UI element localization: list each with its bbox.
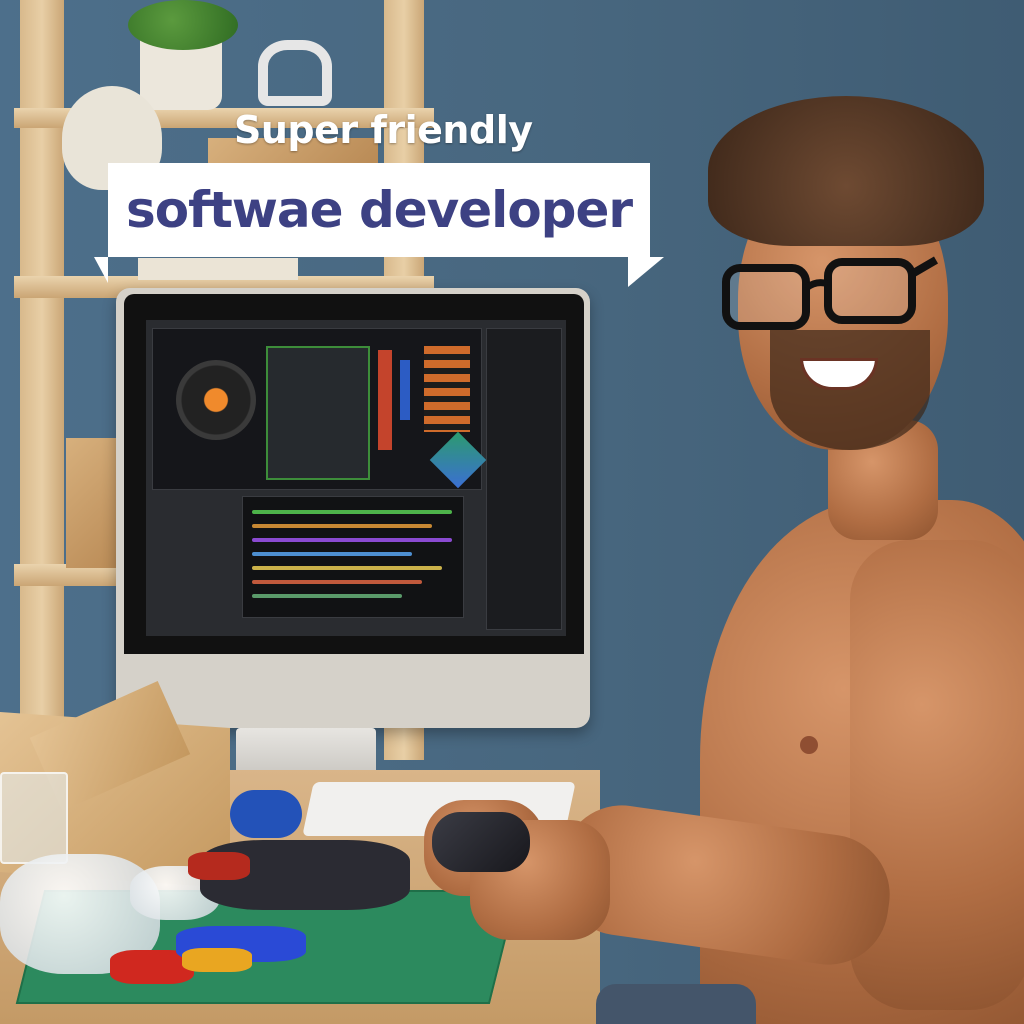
person-chest-detail [800,736,818,754]
screen-components [424,346,470,432]
screen-slot-red [378,350,392,450]
plant-leaves [128,0,238,50]
banner: softwae developer [108,163,650,257]
screen-sidebar [486,328,562,630]
code-line [252,524,432,528]
code-line [252,566,442,570]
banner-fold-right [628,257,664,287]
parts-red-small [188,852,250,880]
eyeglasses-icon [722,256,939,330]
code-line [252,510,452,514]
screen-slot-blue [400,360,410,420]
photo-scene: Super friendly softwae developer [0,0,1024,1024]
banner-fold-left [94,257,108,283]
code-line [252,594,402,598]
game-controller-icon [432,812,530,872]
jeans [596,984,756,1024]
blue-object [230,790,302,838]
monitor [116,288,590,728]
shelf-ornament [258,40,332,106]
code-line [252,538,452,542]
parts-yellow [182,948,252,972]
banner-text: softwae developer [125,181,633,239]
code-line [252,552,412,556]
screen-fan-graphic [176,360,256,440]
person-hair [708,96,984,246]
drinking-glass [0,772,68,864]
screen-code-panel [242,496,464,618]
code-line [252,580,422,584]
monitor-bezel [124,294,584,654]
headline-text: Super friendly [234,108,533,152]
screen-board-graphic [266,346,370,480]
shelf-box-middle [138,258,298,280]
monitor-screen [146,320,566,636]
person-beard [770,330,930,450]
